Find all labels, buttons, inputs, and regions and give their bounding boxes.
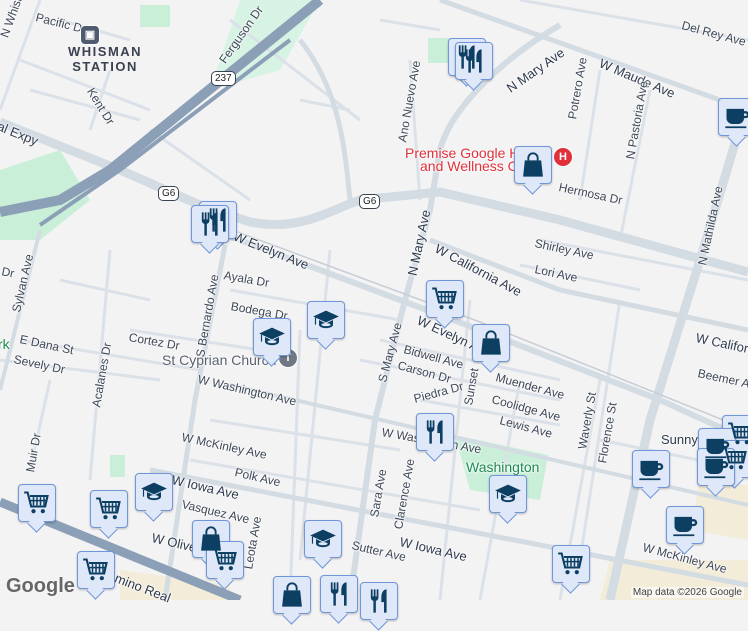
- logo-text: Google: [6, 575, 75, 597]
- cafe-marker[interactable]: [718, 98, 748, 136]
- shopping-cart-icon: [23, 489, 51, 517]
- coffee-cup-icon: [723, 103, 748, 131]
- shopping-cart-icon: [557, 550, 585, 578]
- school-marker[interactable]: [253, 318, 291, 356]
- fork-knife-icon: [421, 418, 449, 446]
- train-station-icon[interactable]: ▣: [80, 25, 100, 45]
- grocery-marker[interactable]: [18, 484, 56, 522]
- street-label: Sunny: [661, 432, 698, 447]
- premise-health-label[interactable]: and Wellness C: [420, 159, 518, 174]
- grocery-marker[interactable]: [552, 545, 590, 583]
- shopping-cart-icon: [211, 546, 239, 574]
- station-name-line: WHISMAN: [68, 44, 143, 59]
- graduation-cap-icon: [309, 525, 337, 553]
- station-name-line: STATION: [72, 59, 138, 74]
- fork-knife-icon: [460, 47, 488, 75]
- fork-knife-icon: [196, 210, 224, 238]
- shopping-marker[interactable]: [472, 324, 510, 362]
- shopping-bag-icon: [477, 329, 505, 357]
- park-label[interactable]: rk: [0, 336, 10, 352]
- grocery-marker[interactable]: [426, 280, 464, 318]
- school-marker[interactable]: [135, 473, 173, 511]
- cafe-marker[interactable]: [697, 448, 735, 486]
- restaurant-marker[interactable]: [360, 582, 398, 620]
- map-attribution[interactable]: Map data ©2026 Google: [630, 587, 744, 598]
- route-g6-shield: G6: [158, 186, 180, 201]
- grocery-marker[interactable]: [77, 551, 115, 589]
- coffee-cup-icon: [637, 455, 665, 483]
- shopping-bag-icon: [278, 581, 306, 609]
- coffee-cup-icon: [671, 511, 699, 539]
- shopping-cart-icon: [431, 285, 459, 313]
- route-g6-shield: G6: [359, 194, 381, 209]
- shopping-cart-icon: [95, 495, 123, 523]
- shopping-cart-icon: [82, 556, 110, 584]
- fork-knife-icon: [365, 587, 393, 615]
- shopping-marker[interactable]: [514, 146, 552, 184]
- washington-park-label[interactable]: Washington: [466, 459, 539, 475]
- route-237-shield: 237: [211, 71, 236, 86]
- shopping-bag-icon: [519, 151, 547, 179]
- coffee-cup-icon: [702, 453, 730, 481]
- grocery-marker[interactable]: [206, 541, 244, 579]
- whisman-station-label[interactable]: WHISMAN STATION: [68, 44, 142, 74]
- restaurant-marker[interactable]: [416, 413, 454, 451]
- restaurant-marker[interactable]: [455, 42, 493, 80]
- fork-knife-icon: [325, 580, 353, 608]
- graduation-cap-icon: [140, 478, 168, 506]
- hospital-icon[interactable]: H: [553, 147, 573, 167]
- restaurant-marker[interactable]: [320, 575, 358, 613]
- school-marker[interactable]: [489, 475, 527, 513]
- school-marker[interactable]: [307, 301, 345, 339]
- cafe-marker[interactable]: [632, 450, 670, 488]
- restaurant-marker[interactable]: [191, 205, 229, 243]
- graduation-cap-icon: [258, 323, 286, 351]
- google-logo[interactable]: Google: [6, 575, 75, 598]
- graduation-cap-icon: [494, 480, 522, 508]
- shopping-marker[interactable]: [273, 576, 311, 614]
- grocery-marker[interactable]: [90, 490, 128, 528]
- cafe-marker[interactable]: [666, 506, 704, 544]
- graduation-cap-icon: [312, 306, 340, 334]
- school-marker[interactable]: [304, 520, 342, 558]
